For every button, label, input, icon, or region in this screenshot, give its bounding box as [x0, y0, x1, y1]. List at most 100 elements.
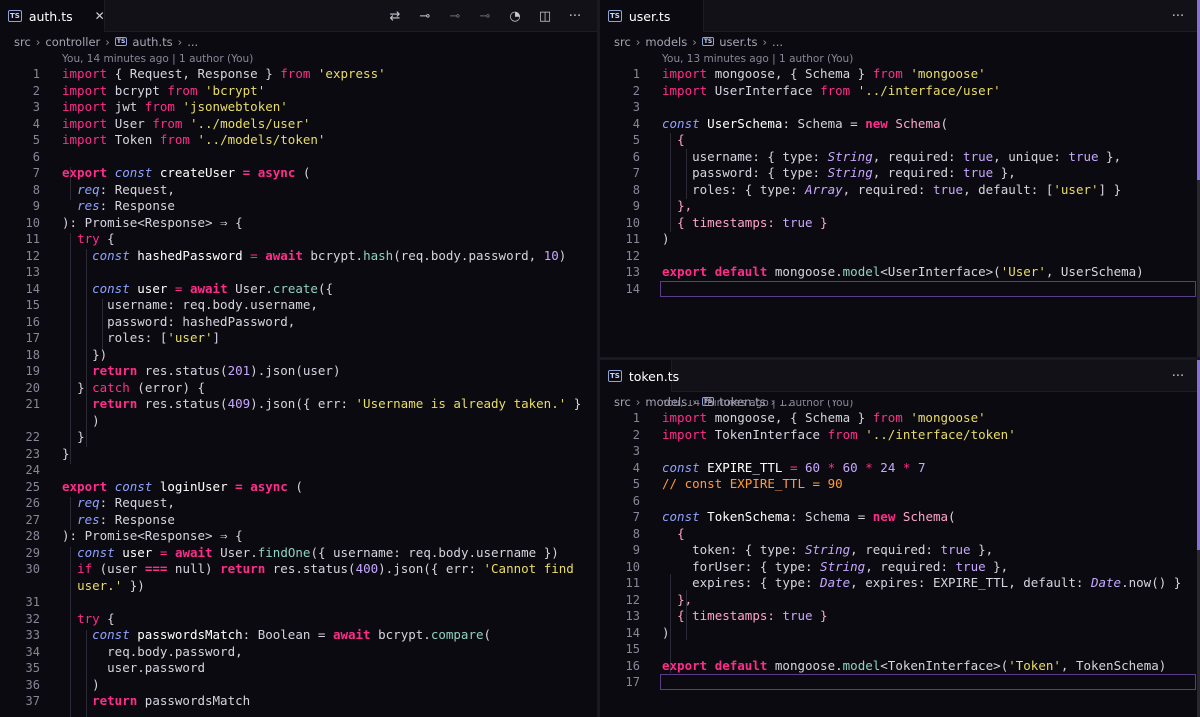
code-line[interactable]: 16 export default mongoose.model<TokenInt…	[600, 658, 1186, 675]
code-line[interactable]: 12	[600, 248, 1186, 265]
code-line[interactable]: 34 req.body.password,	[0, 644, 583, 661]
code-line[interactable]: 14)	[600, 625, 1186, 642]
breadcrumb-item[interactable]: src	[614, 35, 631, 49]
next-change-icon[interactable]: ⊸	[477, 9, 493, 24]
editor-pane-user: TS user.ts ··· src › models › TS user.ts › .…	[600, 0, 1200, 357]
code-line[interactable]: 8 roles: { type: Array, required: true, …	[600, 182, 1186, 199]
code-line[interactable]: 9 },	[600, 198, 1186, 215]
breadcrumb-item[interactable]: user.ts	[719, 35, 757, 49]
code-token: import User from '../models/user'	[62, 116, 310, 133]
close-icon[interactable]: ✕	[95, 9, 105, 23]
code-line[interactable]: 1 import mongoose, { Schema } from 'mongo…	[600, 410, 1186, 427]
code-token: Date	[1090, 575, 1122, 590]
previous-change-icon[interactable]: ⊸	[447, 9, 463, 24]
code-line[interactable]: 37 return passwordsMatch	[0, 693, 583, 710]
code-line[interactable]: 12 },	[600, 592, 1186, 609]
code-line[interactable]: 10 forUser: { type: String, required: tr…	[600, 559, 1186, 576]
code-line[interactable]: 19 return res.status(201).json(user)	[0, 363, 583, 380]
split-editor-icon[interactable]: ◫	[537, 9, 553, 24]
code-line[interactable]: 15	[600, 641, 1186, 658]
code-line[interactable]: 13 export default mongoose.model<UserInte…	[600, 264, 1186, 281]
breadcrumb-item[interactable]: src	[14, 35, 31, 49]
breadcrumb-item[interactable]: ...	[772, 35, 783, 49]
code-line[interactable]: 5 import Token from '../models/token'	[0, 132, 583, 149]
code-line[interactable]: 13	[0, 264, 583, 281]
code-line[interactable]: )	[0, 413, 583, 430]
code-line[interactable]: 9 res: Response	[0, 198, 583, 215]
code-line[interactable]: 11 expires: { type: Date, expires: EXPIR…	[600, 575, 1186, 592]
code-line[interactable]: 11)	[600, 231, 1186, 248]
code-line[interactable]: 35 user.password	[0, 660, 583, 677]
code-line[interactable]: user.' })	[0, 578, 583, 595]
code-line[interactable]: 5 // const EXPIRE_TTL = 90	[600, 476, 1186, 493]
more-actions-icon[interactable]: ···	[567, 9, 583, 24]
code-line[interactable]: 29 const user = await User.findOne({ use…	[0, 545, 583, 562]
code-line[interactable]: 6	[600, 493, 1186, 510]
codelens-blame[interactable]: You, 14 minutes ago | 1 author (You)	[0, 52, 583, 66]
code-line[interactable]: 7 const TokenSchema: Schema = new Schema(	[600, 509, 1186, 526]
code-line[interactable]: 18 })	[0, 347, 583, 364]
code-line[interactable]: 22 }	[0, 429, 583, 446]
code-line[interactable]: 11 try {	[0, 231, 583, 248]
code-line[interactable]: 4 const EXPIRE_TTL = 60 * 60 * 24 * 7	[600, 460, 1186, 477]
code-line[interactable]: 6	[0, 149, 583, 166]
compare-changes-icon[interactable]: ⇄	[387, 9, 403, 24]
code-line[interactable]: 7 password: { type: String, required: tr…	[600, 165, 1186, 182]
code-line[interactable]: 4 import User from '../models/user'	[0, 116, 583, 133]
code-line[interactable]: 3	[600, 443, 1186, 460]
code-line[interactable]: 15 username: req.body.username,	[0, 297, 583, 314]
code-line[interactable]: 3 import jwt from 'jsonwebtoken'	[0, 99, 583, 116]
tab-auth-ts[interactable]: TS auth.ts ✕	[0, 0, 105, 32]
tab-user-ts[interactable]: TS user.ts	[600, 0, 704, 32]
breadcrumb-item[interactable]: auth.ts	[132, 35, 172, 49]
code-line[interactable]: 2 import bcrypt from 'bcrypt'	[0, 83, 583, 100]
code-line[interactable]: 8 req: Request,	[0, 182, 583, 199]
tab-token-ts[interactable]: TS token.ts	[600, 360, 679, 392]
codelens-blame[interactable]: You, 13 minutes ago | 1 author (You)	[600, 52, 1186, 66]
code-line[interactable]: 32 try {	[0, 611, 583, 628]
code-line[interactable]: 14 const user = await User.create({	[0, 281, 583, 298]
code-line[interactable]: 20 } catch (error) {	[0, 380, 583, 397]
code-editor[interactable]: You, 13 minutes ago | 1 author (You) 1 im…	[600, 52, 1196, 298]
more-actions-icon[interactable]: ···	[1170, 369, 1186, 384]
more-actions-icon[interactable]: ···	[1170, 9, 1186, 24]
code-line[interactable]: 4 const UserSchema: Schema = new Schema(	[600, 116, 1186, 133]
breadcrumb-item[interactable]: ...	[187, 35, 198, 49]
code-line[interactable]: 17 roles: ['user']	[0, 330, 583, 347]
code-line[interactable]: 30 if (user === null) return res.status(…	[0, 561, 583, 578]
code-line[interactable]: 3	[600, 99, 1186, 116]
code-line[interactable]: 6 username: { type: String, required: tr…	[600, 149, 1186, 166]
code-line[interactable]: 7 export const createUser = async (	[0, 165, 583, 182]
code-line[interactable]: 21 return res.status(409).json({ err: 'U…	[0, 396, 583, 413]
timeline-icon[interactable]: ◔	[507, 9, 523, 24]
code-line[interactable]: 2 import UserInterface from '../interface…	[600, 83, 1186, 100]
codelens-blame[interactable]: You, 14 minutes ago | 1 author (You)	[600, 400, 1186, 410]
code-line-active[interactable]: 14	[600, 280, 1196, 298]
code-line[interactable]: 36 )	[0, 677, 583, 694]
code-line[interactable]: 12 const hashedPassword = await bcrypt.h…	[0, 248, 583, 265]
code-line[interactable]: 10): Promise<Response> ⇒ {	[0, 215, 583, 232]
code-line[interactable]: 5 {	[600, 132, 1186, 149]
code-line[interactable]: 31	[0, 594, 583, 611]
code-line[interactable]: 28): Promise<Response> ⇒ {	[0, 528, 583, 545]
code-line[interactable]: 13 { timestamps: true }	[600, 608, 1186, 625]
code-line[interactable]: 10 { timestamps: true }	[600, 215, 1186, 232]
code-line[interactable]: 1 import mongoose, { Schema } from 'mongo…	[600, 66, 1186, 83]
code-line[interactable]: 9 token: { type: String, required: true …	[600, 542, 1186, 559]
code-line[interactable]: 1 import { Request, Response } from 'expr…	[0, 66, 583, 83]
code-line[interactable]: 27 res: Response	[0, 512, 583, 529]
code-line[interactable]: 16 password: hashedPassword,	[0, 314, 583, 331]
code-line[interactable]: 33 const passwordsMatch: Boolean = await…	[0, 627, 583, 644]
code-line[interactable]: 25 export const loginUser = async (	[0, 479, 583, 496]
code-line[interactable]: 23}	[0, 446, 583, 463]
breadcrumb-item[interactable]: controller	[45, 35, 100, 49]
breadcrumb-item[interactable]: models	[645, 35, 687, 49]
code-line[interactable]: 26 req: Request,	[0, 495, 583, 512]
code-editor[interactable]: You, 14 minutes ago | 1 author (You) 1 im…	[600, 400, 1196, 691]
code-line[interactable]: 24	[0, 462, 583, 479]
code-line[interactable]: 2 import TokenInterface from '../interfac…	[600, 427, 1186, 444]
git-commit-icon[interactable]: ⊸	[417, 9, 433, 24]
code-line-active[interactable]: 17	[600, 674, 1196, 691]
code-editor[interactable]: You, 14 minutes ago | 1 author (You) 1 im…	[0, 52, 583, 717]
code-line[interactable]: 8 {	[600, 526, 1186, 543]
